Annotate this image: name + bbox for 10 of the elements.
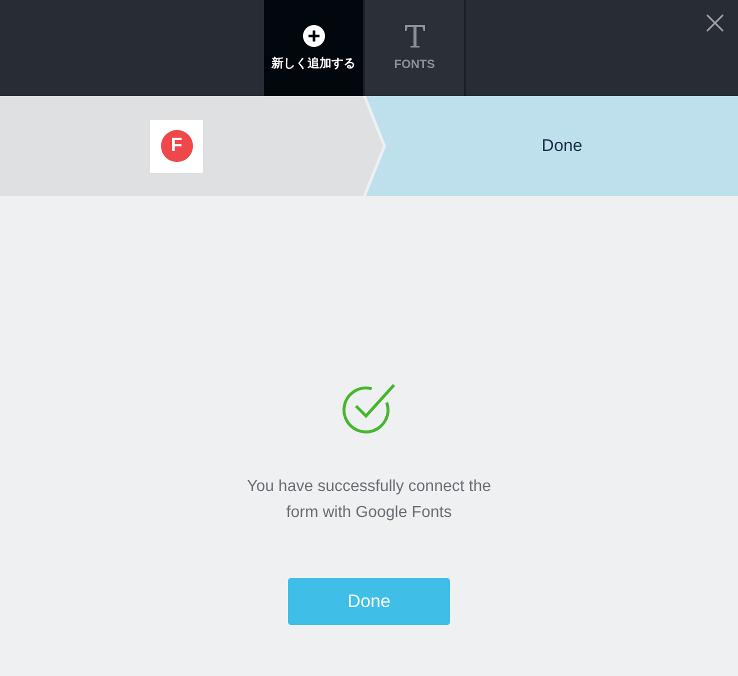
success-message: You have successfully connect the form with Google Fonts xyxy=(246,477,492,523)
success-check-icon xyxy=(342,382,396,434)
done-button[interactable]: Done xyxy=(288,578,450,625)
close-button[interactable] xyxy=(704,12,726,34)
plus-circle-icon xyxy=(302,24,326,48)
close-icon xyxy=(706,14,724,32)
tab[interactable]: 新しく追加する xyxy=(264,0,365,96)
text-icon xyxy=(402,23,426,49)
logo: F xyxy=(150,120,203,172)
step-label: Done xyxy=(542,135,582,158)
